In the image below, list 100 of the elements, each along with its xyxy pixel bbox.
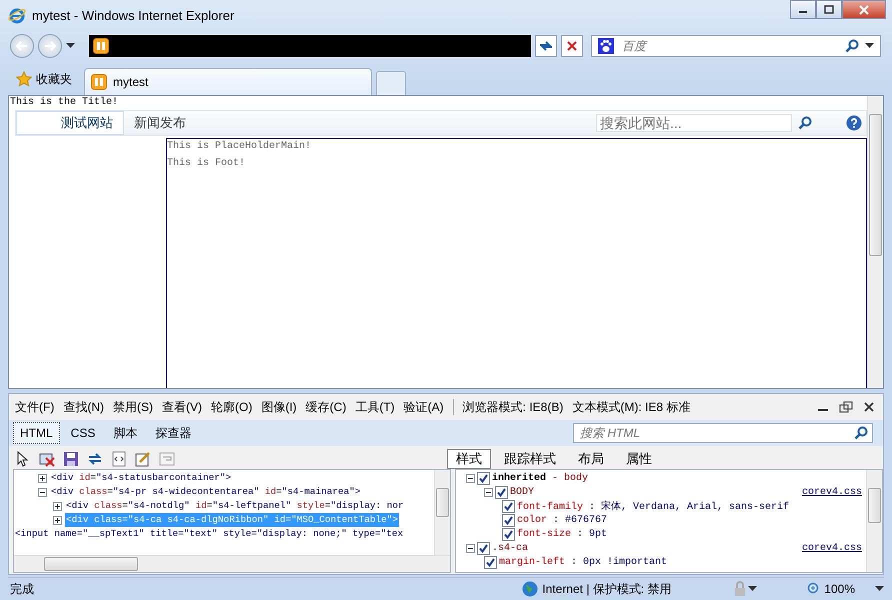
status-text: 完成 <box>9 580 34 598</box>
maximize-button[interactable] <box>816 0 842 19</box>
search-field[interactable]: 百度 <box>591 35 881 57</box>
devtools-tab[interactable]: HTML <box>13 422 60 444</box>
caret-icon[interactable] <box>875 586 884 592</box>
browser-icon <box>8 6 26 24</box>
devtools-tab[interactable]: 脚本 <box>106 422 144 444</box>
menu-item[interactable]: 文件(F) <box>15 398 54 416</box>
globe-icon <box>522 581 538 597</box>
checkbox[interactable] <box>502 500 515 512</box>
menu-item[interactable]: 禁用(S) <box>113 398 153 416</box>
menu-item[interactable]: 查看(V) <box>162 398 202 416</box>
save-icon[interactable] <box>63 451 79 467</box>
content-text: This is Foot! <box>167 157 246 171</box>
security-zone: Internet | 保护模式: 禁用 <box>542 580 672 598</box>
mode-menu[interactable]: 文本模式(M): IE8 标准 <box>572 398 690 416</box>
star-icon <box>16 71 32 87</box>
clear-icon[interactable] <box>39 451 55 467</box>
stop-button[interactable] <box>561 35 583 57</box>
scrollbar[interactable] <box>434 470 450 555</box>
collapse-icon[interactable] <box>484 488 493 496</box>
expand-icon[interactable] <box>53 502 62 510</box>
page-title: This is the Title! <box>9 96 120 110</box>
pane-tab[interactable]: 跟踪样式 <box>495 449 565 469</box>
css-declaration: font-family : 宋体, Verdana, Arial, sans-serif <box>517 500 790 513</box>
checkbox[interactable] <box>502 528 515 540</box>
checkbox[interactable] <box>484 556 497 568</box>
help-icon[interactable] <box>846 115 862 131</box>
checkbox[interactable] <box>477 472 490 484</box>
site-search-field[interactable]: 搜索此网站... <box>596 114 792 132</box>
favorites-button[interactable]: 收藏夹 <box>8 65 80 93</box>
nav-link[interactable]: 测试网站 <box>16 111 124 135</box>
html-node[interactable]: <div class="s4-pr s4-widecontentarea" id="s4-mainarea"> <box>50 485 362 499</box>
search-icon[interactable] <box>854 426 868 440</box>
nav-link[interactable]: 新闻发布 <box>124 112 196 134</box>
collapse-icon[interactable] <box>38 488 47 496</box>
search-icon[interactable] <box>845 39 859 53</box>
html-node[interactable]: <input name="__spText1" title="text" style="display: none;" type="tex <box>14 527 404 541</box>
edit-icon[interactable] <box>135 451 151 467</box>
browser-tab[interactable]: mytest <box>84 68 372 95</box>
search-icon[interactable] <box>798 116 812 130</box>
checkbox[interactable] <box>502 514 515 526</box>
collapse-icon[interactable] <box>466 544 475 552</box>
zoom-button[interactable]: 100% <box>807 582 855 596</box>
paw-icon <box>598 38 614 54</box>
refresh-icon[interactable] <box>87 451 103 467</box>
caret-icon[interactable] <box>748 586 758 592</box>
close-button[interactable] <box>842 0 886 19</box>
stop-icon <box>566 40 578 52</box>
source-link[interactable]: corev4.css <box>802 486 862 498</box>
devtools-tab[interactable]: 探查器 <box>148 422 198 444</box>
css-declaration: color : #676767 <box>517 514 608 526</box>
html-search-field[interactable]: 搜索 HTML <box>573 423 873 443</box>
refresh-button[interactable] <box>535 35 557 57</box>
scrollbar[interactable] <box>866 470 882 572</box>
css-selector: BODY <box>510 486 534 498</box>
pane-tab[interactable]: 属性 <box>617 449 661 469</box>
word-wrap-icon[interactable] <box>159 451 175 467</box>
code-icon[interactable] <box>111 451 127 467</box>
menu-item[interactable]: 查找(N) <box>63 398 104 416</box>
pane-tab[interactable]: 样式 <box>447 449 491 469</box>
minimize-button[interactable] <box>790 0 816 19</box>
checkbox[interactable] <box>495 486 508 498</box>
site-icon <box>91 74 107 90</box>
back-arrow-icon <box>16 41 28 51</box>
site-icon <box>93 38 109 54</box>
html-node[interactable]: <div id="s4-statusbarcontainer"> <box>50 471 232 485</box>
pane-tab[interactable]: 布局 <box>569 449 613 469</box>
horizontal-scrollbar[interactable] <box>14 555 450 572</box>
source-link[interactable]: corev4.css <box>802 542 862 554</box>
caret-icon[interactable] <box>865 43 874 49</box>
menu-item[interactable]: 工具(T) <box>355 398 395 416</box>
devtools-tab[interactable]: CSS <box>64 422 102 444</box>
content-text: This is PlaceHolderMain! <box>167 140 312 154</box>
collapse-icon[interactable] <box>466 474 475 482</box>
css-selector: .s4-ca <box>492 542 528 554</box>
css-declaration: font-size : 9pt <box>517 528 608 540</box>
menu-item[interactable]: 验证(A) <box>404 398 444 416</box>
caret-icon[interactable] <box>66 43 75 49</box>
inherited-heading: inherited - body <box>492 472 588 484</box>
checkbox[interactable] <box>477 542 490 554</box>
forward-arrow-icon <box>44 41 56 51</box>
undock-icon[interactable] <box>839 401 853 413</box>
html-search-input[interactable]: 搜索 HTML <box>578 425 854 441</box>
menu-item[interactable]: 图像(I) <box>261 398 297 416</box>
expand-icon[interactable] <box>53 516 62 524</box>
back-button[interactable] <box>10 34 34 58</box>
refresh-icon <box>538 39 554 53</box>
html-node[interactable]: <div class="s4-notdlg" id="s4-leftpanel" style="display: nor <box>65 499 405 513</box>
expand-icon[interactable] <box>38 474 47 482</box>
search-input[interactable]: 百度 <box>620 38 839 54</box>
scrollbar[interactable] <box>867 96 883 388</box>
menu-item[interactable]: 缓存(C) <box>306 398 346 416</box>
cursor-icon[interactable] <box>15 451 31 467</box>
mode-menu[interactable]: 浏览器模式: IE8(B) <box>462 398 564 416</box>
window-title: mytest - Windows Internet Explorer <box>32 8 234 22</box>
css-declaration: margin-left : 0px !important <box>499 556 668 568</box>
close-icon[interactable] <box>863 401 875 413</box>
menu-item[interactable]: 轮廓(O) <box>211 398 252 416</box>
address-field[interactable] <box>89 35 531 57</box>
